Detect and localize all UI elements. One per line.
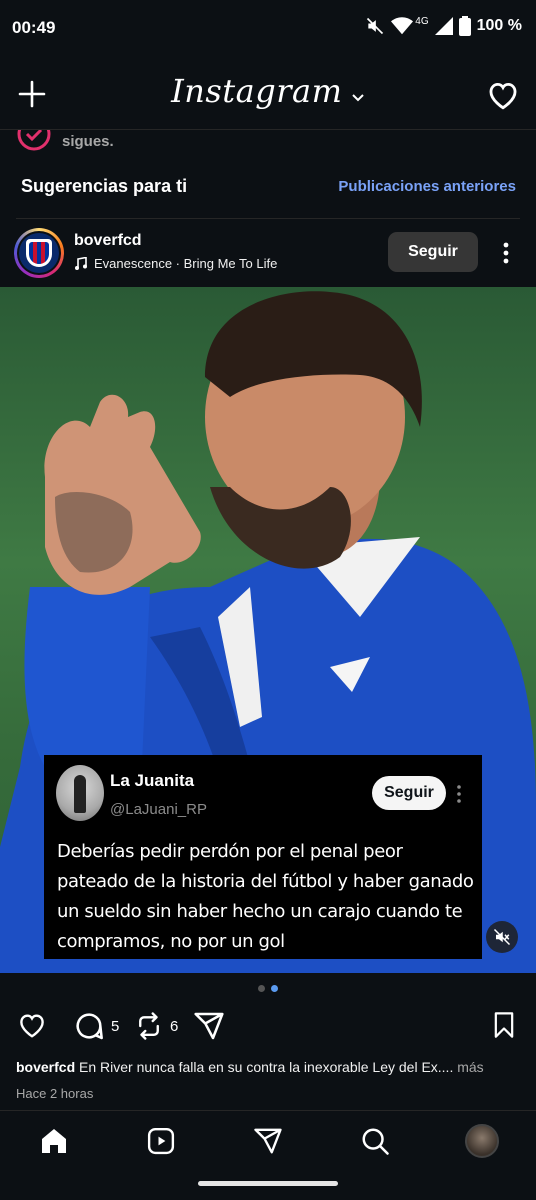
tweet-handle: @LaJuani_RP bbox=[110, 801, 207, 818]
post-username[interactable]: boverfcd bbox=[74, 232, 142, 250]
battery-percent: 100 % bbox=[476, 17, 522, 34]
post-header: boverfcd Evanescence · Bring Me To Life … bbox=[0, 226, 536, 284]
nav-home[interactable] bbox=[36, 1123, 72, 1159]
bookmark-icon bbox=[494, 1012, 514, 1038]
previous-posts-link[interactable]: Publicaciones anteriores bbox=[338, 178, 516, 195]
like-button[interactable] bbox=[16, 1010, 48, 1040]
comment-button[interactable]: 5 bbox=[73, 1010, 119, 1042]
post-music[interactable]: Evanescence · Bring Me To Life bbox=[74, 256, 277, 271]
post-avatar[interactable] bbox=[14, 228, 64, 278]
mute-status-icon bbox=[367, 17, 384, 35]
tweet-avatar-figure bbox=[74, 775, 86, 813]
post-caption[interactable]: boverfcd En River nunca falla en su cont… bbox=[16, 1059, 520, 1075]
check-circle-icon bbox=[17, 130, 51, 151]
nav-search[interactable] bbox=[357, 1123, 393, 1159]
home-icon bbox=[42, 1129, 66, 1153]
status-icons: 4G 100 % bbox=[365, 16, 522, 36]
reels-icon bbox=[147, 1127, 175, 1155]
mute-button[interactable] bbox=[486, 921, 518, 953]
more-options-icon[interactable] bbox=[496, 238, 516, 268]
tweet-more-icon bbox=[457, 785, 461, 803]
comment-icon bbox=[76, 1013, 103, 1040]
crest-stripes bbox=[29, 242, 49, 264]
share-button[interactable] bbox=[193, 1010, 225, 1042]
network-label: 4G bbox=[415, 15, 429, 27]
suggestions-title: Sugerencias para ti bbox=[21, 176, 188, 196]
follow-button[interactable]: Seguir bbox=[388, 232, 478, 272]
sound-off-icon bbox=[493, 928, 511, 946]
signal-icon bbox=[434, 17, 453, 35]
heart-icon bbox=[20, 1014, 44, 1038]
crest-shield bbox=[26, 239, 52, 267]
tweet-name: La Juanita bbox=[110, 771, 195, 790]
carousel-dot-1 bbox=[258, 985, 265, 992]
suggestions-divider bbox=[16, 218, 520, 219]
home-indicator[interactable] bbox=[198, 1181, 338, 1186]
nav-direct[interactable] bbox=[250, 1123, 286, 1159]
logo-text: Instagram bbox=[171, 72, 343, 110]
profile-avatar bbox=[465, 1124, 499, 1158]
comment-count: 5 bbox=[111, 1017, 120, 1035]
instagram-logo[interactable]: Instagram bbox=[0, 72, 536, 110]
caption-username[interactable]: boverfcd bbox=[16, 1059, 75, 1075]
post-timestamp: Hace 2 horas bbox=[16, 1086, 94, 1101]
post-image[interactable]: La Juanita @LaJuani_RP Seguir Deberías p… bbox=[0, 287, 536, 973]
music-title: Evanescence · Bring Me To Life bbox=[94, 256, 278, 271]
avatar-inner bbox=[17, 231, 61, 275]
repost-count: 6 bbox=[170, 1017, 179, 1035]
carousel-dot-2-active bbox=[271, 985, 278, 992]
post-actions: 5 6 bbox=[0, 1010, 536, 1050]
status-bar: 00:49 4G 100 % bbox=[0, 0, 536, 58]
heart-icon[interactable] bbox=[486, 78, 520, 112]
suggestions-header: Sugerencias para ti Publicaciones anteri… bbox=[0, 170, 536, 206]
repost-icon bbox=[139, 1012, 159, 1040]
search-icon bbox=[362, 1128, 389, 1155]
repost-button[interactable]: 6 bbox=[134, 1010, 178, 1042]
bottom-nav bbox=[0, 1111, 536, 1171]
tweet-avatar bbox=[56, 765, 104, 821]
previous-text: sigues. bbox=[62, 133, 114, 150]
chevron-down-icon bbox=[352, 94, 364, 102]
tweet-follow-button: Seguir bbox=[372, 776, 446, 810]
status-time: 00:49 bbox=[12, 18, 56, 37]
music-note-icon bbox=[75, 256, 87, 270]
top-bar: Instagram bbox=[0, 62, 536, 128]
caption-text: En River nunca falla en su contra la ine… bbox=[79, 1059, 454, 1075]
nav-profile[interactable] bbox=[464, 1123, 500, 1159]
save-button[interactable] bbox=[490, 1010, 518, 1040]
wifi-icon bbox=[391, 17, 414, 35]
club-crest-image bbox=[19, 233, 59, 273]
send-icon bbox=[194, 1012, 224, 1040]
tweet-card: La Juanita @LaJuani_RP Seguir Deberías p… bbox=[44, 755, 482, 959]
caption-more-link[interactable]: más bbox=[457, 1059, 483, 1075]
send-icon bbox=[254, 1128, 282, 1154]
tweet-text: Deberías pedir perdón por el penal peor … bbox=[57, 841, 474, 952]
nav-reels[interactable] bbox=[143, 1123, 179, 1159]
battery-icon bbox=[458, 16, 471, 36]
previous-section: sigues. bbox=[0, 130, 536, 160]
carousel-indicator bbox=[0, 985, 536, 995]
